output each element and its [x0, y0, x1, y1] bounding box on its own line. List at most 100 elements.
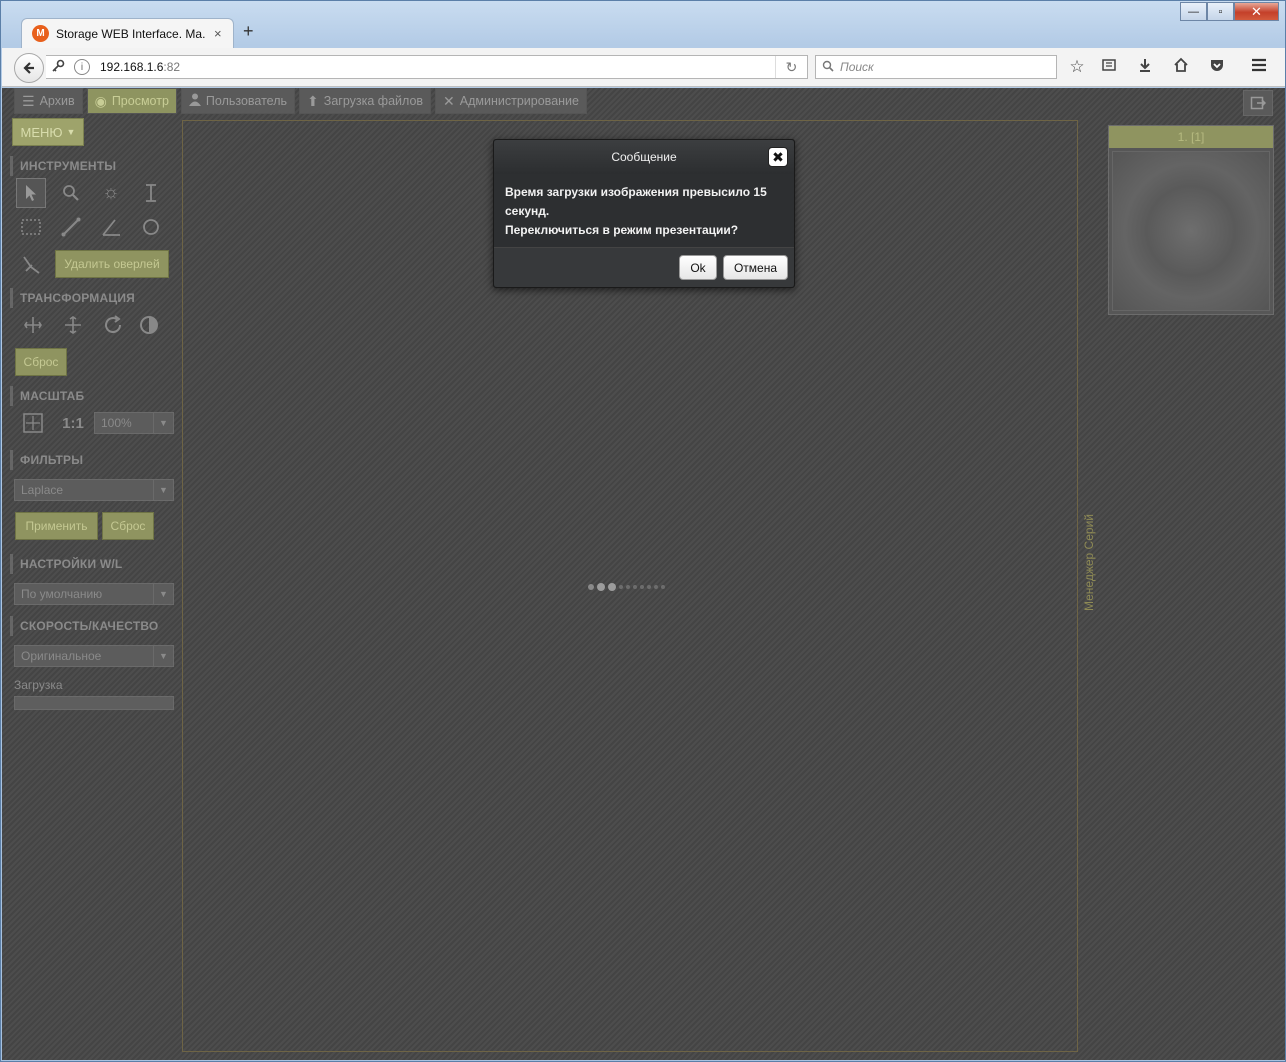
brightness-tool-icon[interactable]: ☼: [96, 178, 126, 208]
fit-to-window-icon[interactable]: [18, 408, 48, 438]
dialog-message: Время загрузки изображения превысило 15 …: [494, 174, 794, 248]
dialog-message-line2: Переключиться в режим презентации?: [505, 223, 739, 237]
chevron-down-icon: ▼: [153, 646, 173, 666]
wl-section-title: НАСТРОЙКИ W/L: [10, 554, 178, 574]
download-icon[interactable]: [1133, 57, 1157, 78]
close-window-button[interactable]: ✕: [1234, 2, 1279, 21]
spinner-dot: [608, 583, 616, 591]
search-icon: [822, 60, 834, 75]
back-button[interactable]: [14, 53, 44, 83]
flip-horizontal-icon[interactable]: [18, 310, 48, 340]
dialog-title: Сообщение: [494, 140, 794, 174]
actual-size-button[interactable]: 1:1: [58, 408, 88, 438]
wl-preset-select[interactable]: По умолчанию ▼: [14, 583, 174, 605]
delete-overlay-button[interactable]: Удалить оверлей: [55, 250, 169, 278]
key-icon[interactable]: [46, 59, 70, 76]
reading-list-icon[interactable]: [1097, 57, 1121, 78]
minimize-button[interactable]: —: [1180, 2, 1207, 21]
rectangle-tool-icon[interactable]: [16, 212, 46, 242]
url-bar[interactable]: i 192.168.1.6:82 ↻: [46, 55, 808, 79]
loading-spinner: [588, 583, 665, 591]
info-icon[interactable]: i: [74, 59, 90, 75]
filter-select[interactable]: Laplace ▼: [14, 479, 174, 501]
dialog-title-text: Сообщение: [611, 150, 677, 164]
filter-select-value: Laplace: [21, 483, 64, 497]
angle-tool-icon[interactable]: [96, 212, 126, 242]
ellipse-tool-icon[interactable]: [136, 212, 166, 242]
menu-admin-label: Администрирование: [459, 94, 579, 108]
tools-section-title: ИНСТРУМЕНТЫ: [10, 156, 178, 176]
search-placeholder: Поиск: [840, 60, 874, 74]
window-controls: — ▫ ✕: [1180, 2, 1279, 21]
spinner-dot: [647, 585, 651, 589]
apply-filter-button[interactable]: Применить: [15, 512, 98, 540]
logout-icon[interactable]: [1243, 90, 1273, 116]
menu-user-label: Пользователь: [205, 94, 288, 108]
loading-label: Загрузка: [14, 678, 63, 692]
eraser-overlay-icon[interactable]: [16, 250, 46, 280]
spinner-dot: [640, 585, 644, 589]
dialog-message-line1: Время загрузки изображения превысило 15 …: [505, 185, 767, 218]
ok-button[interactable]: Ok: [679, 255, 717, 280]
pointer-tool-icon[interactable]: [16, 178, 46, 208]
loading-progress-bar: [14, 696, 174, 710]
tab-close-icon[interactable]: ×: [214, 26, 222, 41]
spinner-dot: [619, 585, 623, 589]
chevron-down-icon: ▼: [153, 584, 173, 604]
search-input[interactable]: Поиск: [815, 55, 1057, 79]
tools-icon: ✕: [443, 92, 455, 109]
menu-label: МЕНЮ: [20, 124, 63, 140]
menu-upload[interactable]: ⬆ Загрузка файлов: [299, 88, 432, 114]
ruler-tool-icon[interactable]: [56, 212, 86, 242]
filter-reset-button[interactable]: Сброс: [102, 512, 154, 540]
quality-select[interactable]: Оригинальное ▼: [14, 645, 174, 667]
menu-dropdown-button[interactable]: МЕНЮ ▼: [12, 118, 84, 146]
flip-vertical-icon[interactable]: [58, 310, 88, 340]
menu-admin[interactable]: ✕ Администрирование: [435, 88, 587, 114]
close-icon[interactable]: ✖: [768, 147, 788, 167]
invert-icon[interactable]: [134, 310, 164, 340]
upload-icon: ⬆: [307, 92, 319, 109]
series-header: 1. [1]: [1109, 126, 1273, 148]
transform-reset-button[interactable]: Сброс: [15, 348, 67, 376]
eye-icon: ◉: [94, 92, 107, 109]
menu-view[interactable]: ◉ Просмотр: [86, 88, 177, 114]
transform-section-title: ТРАНСФОРМАЦИЯ: [10, 288, 178, 308]
spinner-dot: [626, 585, 630, 589]
caret-down-icon: ▼: [66, 127, 76, 137]
browser-tab[interactable]: M Storage WEB Interface. Ma... ×: [21, 18, 234, 48]
pocket-icon[interactable]: [1205, 57, 1229, 78]
hamburger-menu-icon[interactable]: [1247, 57, 1271, 78]
menu-view-label: Просмотр: [111, 94, 169, 108]
quality-select-value: Оригинальное: [21, 649, 102, 663]
series-thumbnail[interactable]: [1112, 151, 1270, 311]
reload-icon[interactable]: ↻: [775, 56, 807, 78]
zoom-select[interactable]: 100% ▼: [94, 412, 174, 434]
tab-title: Storage WEB Interface. Ma...: [56, 26, 206, 41]
url-text[interactable]: 192.168.1.6:82: [100, 60, 180, 74]
zoom-tool-icon[interactable]: [56, 178, 86, 208]
menu-archive-label: Архив: [39, 94, 75, 108]
cancel-button[interactable]: Отмена: [723, 255, 788, 280]
app-area: ☰ Архив ◉ Просмотр Пользователь ⬆ Загруз…: [2, 88, 1285, 1060]
site-logo-icon: M: [32, 25, 49, 42]
scale-section-title: МАСШТАБ: [10, 386, 178, 406]
back-arrow-icon: [23, 62, 34, 74]
rotate-icon[interactable]: [98, 310, 128, 340]
bookmark-star-icon[interactable]: ☆: [1065, 57, 1089, 77]
user-icon: [188, 93, 201, 109]
chevron-down-icon: ▼: [153, 413, 173, 433]
spinner-dot: [661, 585, 665, 589]
text-cursor-tool-icon[interactable]: [136, 178, 166, 208]
filters-section-title: ФИЛЬТРЫ: [10, 450, 178, 470]
series-manager-toggle[interactable]: Менеджер Серий: [1082, 508, 1102, 618]
wl-select-value: По умолчанию: [21, 587, 103, 601]
spinner-dot: [633, 585, 637, 589]
maximize-button[interactable]: ▫: [1207, 2, 1234, 21]
browser-window: — ▫ ✕ M Storage WEB Interface. Ma... × +…: [0, 0, 1286, 1062]
menu-user[interactable]: Пользователь: [180, 88, 296, 114]
home-icon[interactable]: [1169, 57, 1193, 78]
menu-archive[interactable]: ☰ Архив: [14, 88, 83, 114]
series-panel: 1. [1]: [1108, 125, 1274, 315]
new-tab-button[interactable]: +: [243, 21, 254, 42]
